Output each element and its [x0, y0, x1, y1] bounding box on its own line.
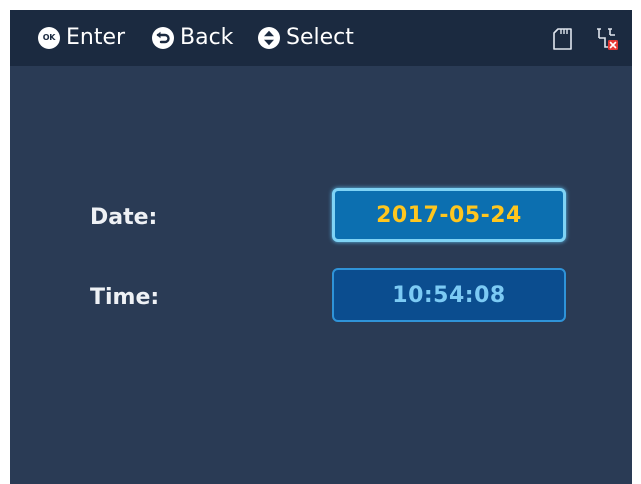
time-value: 10:54:08	[392, 282, 506, 308]
date-label: Date:	[90, 205, 158, 230]
enter-hint-label: Enter	[66, 25, 126, 50]
date-field[interactable]: 2017-05-24	[332, 188, 566, 242]
back-hint-label: Back	[180, 25, 234, 50]
select-hint: Select	[258, 10, 354, 66]
network-disconnected-icon	[594, 26, 620, 52]
up-down-icon	[258, 27, 280, 49]
time-field[interactable]: 10:54:08	[332, 268, 566, 322]
time-label: Time:	[90, 285, 160, 310]
ok-icon-text: OK	[42, 33, 56, 42]
date-time-settings-screen: OK Enter Back Select Date: 2017-05-24 Ti…	[10, 10, 632, 484]
ok-icon: OK	[38, 27, 60, 49]
date-value: 2017-05-24	[376, 202, 522, 228]
enter-hint: OK Enter	[38, 10, 125, 66]
select-hint-label: Select	[286, 25, 354, 50]
back-hint: Back	[152, 10, 233, 66]
back-arrow-icon	[152, 27, 174, 49]
key-hint-bar: OK Enter Back Select	[10, 10, 632, 66]
sd-card-icon	[550, 26, 576, 52]
